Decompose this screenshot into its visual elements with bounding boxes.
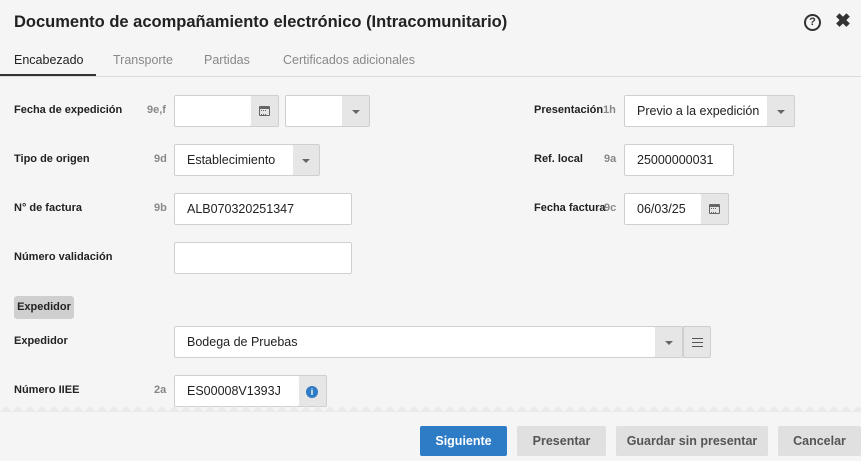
num-iiee-input[interactable]: ES00008V1393J bbox=[174, 375, 300, 407]
siguiente-button[interactable]: Siguiente bbox=[420, 426, 507, 456]
dialog-header: Documento de acompañamiento electrónico … bbox=[0, 0, 861, 46]
tipo-origen-code: 9d bbox=[154, 153, 167, 165]
fecha-factura-calendar-button[interactable] bbox=[701, 193, 729, 225]
dialog: Documento de acompañamiento electrónico … bbox=[0, 0, 861, 461]
num-iiee-code: 2a bbox=[154, 384, 167, 396]
calendar-icon bbox=[259, 106, 270, 116]
num-iiee-label: Número IIEE bbox=[14, 384, 80, 396]
info-icon: i bbox=[306, 386, 318, 398]
chevron-down-icon bbox=[302, 159, 310, 163]
num-factura-label: N° de factura bbox=[14, 202, 82, 214]
presentar-button[interactable]: Presentar bbox=[517, 426, 606, 456]
num-factura-code: 9b bbox=[154, 202, 167, 214]
fecha-expedicion-time-input[interactable] bbox=[285, 95, 343, 127]
num-validacion-input[interactable] bbox=[174, 242, 352, 274]
tipo-origen-dropdown-button[interactable] bbox=[293, 144, 320, 176]
active-tab-indicator bbox=[0, 74, 96, 76]
presentacion-label: Presentación bbox=[534, 104, 604, 116]
tab-transporte[interactable]: Transporte bbox=[113, 53, 173, 67]
tipo-origen-label: Tipo de origen bbox=[14, 153, 90, 165]
tab-bar: Encabezado Transporte Partidas Certifica… bbox=[0, 46, 861, 77]
list-icon bbox=[692, 338, 703, 347]
tab-certificados-adicionales[interactable]: Certificados adicionales bbox=[283, 53, 415, 67]
fecha-expedicion-date-input[interactable] bbox=[174, 95, 252, 127]
chevron-down-icon bbox=[665, 341, 673, 345]
chevron-down-icon bbox=[352, 110, 360, 114]
presentacion-code: 1h bbox=[603, 104, 616, 116]
fecha-factura-input[interactable]: 06/03/25 bbox=[624, 193, 702, 225]
fecha-expedicion-code: 9e,f bbox=[147, 104, 166, 116]
close-icon[interactable]: ✖ bbox=[835, 11, 851, 33]
tipo-origen-select[interactable]: Establecimiento bbox=[174, 144, 294, 176]
guardar-sin-presentar-button[interactable]: Guardar sin presentar bbox=[616, 426, 768, 456]
section-expedidor-badge: Expedidor bbox=[14, 296, 74, 319]
ref-local-label: Ref. local bbox=[534, 153, 583, 165]
num-validacion-label: Número validación bbox=[14, 251, 113, 263]
num-factura-input[interactable]: ALB070320251347 bbox=[174, 193, 352, 225]
presentacion-select[interactable]: Previo a la expedición bbox=[624, 95, 768, 127]
ref-local-input[interactable]: 25000000031 bbox=[624, 144, 734, 176]
fecha-expedicion-calendar-button[interactable] bbox=[251, 95, 279, 127]
dialog-footer: Siguiente Presentar Guardar sin presenta… bbox=[0, 412, 861, 461]
expedidor-list-button[interactable] bbox=[683, 326, 711, 358]
fecha-expedicion-label: Fecha de expedición bbox=[14, 104, 123, 116]
calendar-icon bbox=[709, 204, 720, 214]
expedidor-dropdown-button[interactable] bbox=[655, 326, 683, 358]
ref-local-code: 9a bbox=[604, 153, 617, 165]
fecha-expedicion-time-dropdown[interactable] bbox=[342, 95, 370, 127]
expedidor-label: Expedidor bbox=[14, 335, 68, 347]
expedidor-select[interactable]: Bodega de Pruebas bbox=[174, 326, 656, 358]
help-icon[interactable]: ? bbox=[804, 14, 821, 31]
tab-encabezado[interactable]: Encabezado bbox=[14, 53, 84, 67]
dialog-title: Documento de acompañamiento electrónico … bbox=[14, 13, 508, 31]
chevron-down-icon bbox=[777, 110, 785, 114]
presentacion-dropdown-button[interactable] bbox=[767, 95, 795, 127]
fecha-factura-label: Fecha factura bbox=[534, 202, 606, 214]
fecha-factura-code: 9c bbox=[604, 202, 617, 214]
tab-partidas[interactable]: Partidas bbox=[204, 53, 250, 67]
num-iiee-info-button[interactable]: i bbox=[299, 375, 327, 407]
cancelar-button[interactable]: Cancelar bbox=[778, 426, 861, 456]
